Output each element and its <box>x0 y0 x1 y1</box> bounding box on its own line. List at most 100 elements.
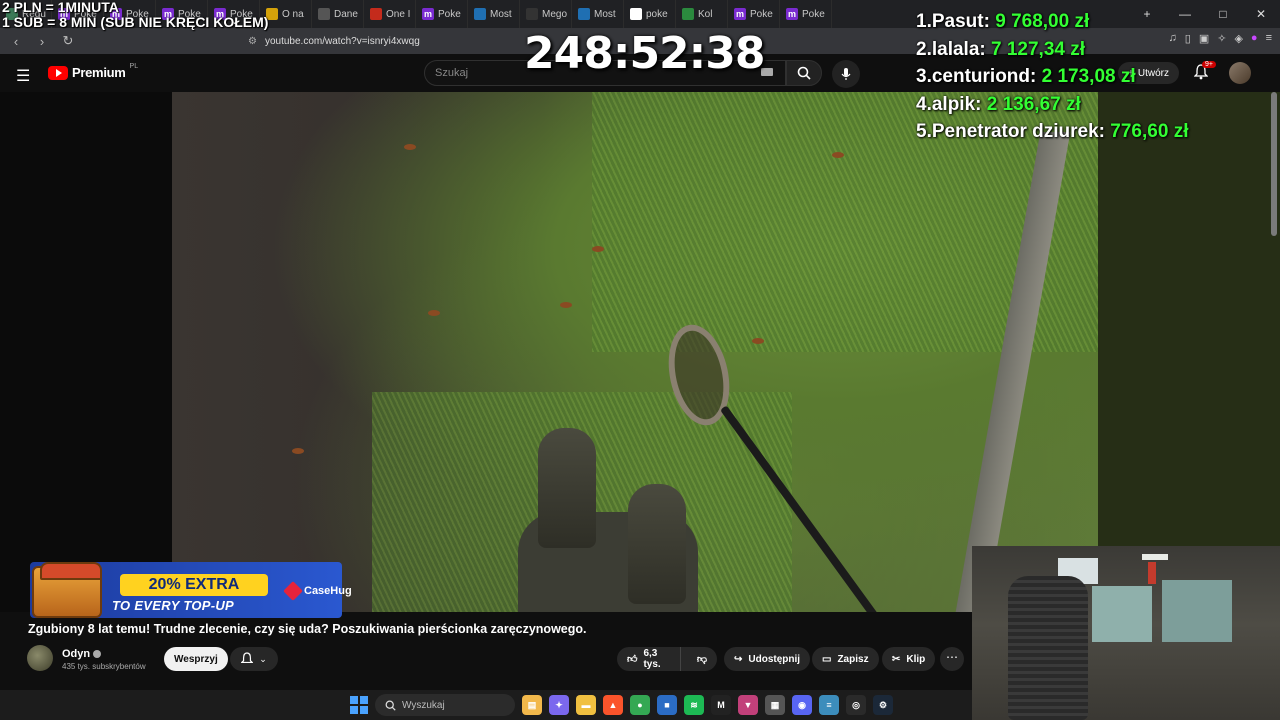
browser-menu-icon[interactable]: ≡ <box>1266 32 1272 45</box>
share-button[interactable]: ↪ Udostępnij <box>724 647 811 671</box>
like-button[interactable]: 👍︎ 6,3 tys. <box>617 647 681 671</box>
browser-tab[interactable]: m Poke <box>780 0 832 28</box>
notifications-badge: 9+ <box>1202 61 1216 68</box>
channel-name-text: Odyn <box>62 648 91 660</box>
thumbs-up-icon: 👍︎ <box>627 654 638 665</box>
ad-banner[interactable]: 20% EXTRA TO EVERY TOP-UP CaseHug <box>30 562 352 618</box>
youtube-logo[interactable]: Premium PL <box>48 63 139 80</box>
clip-button[interactable]: ✂ Klip <box>882 647 936 671</box>
youtube-brand: Premium <box>72 65 126 80</box>
leaf <box>832 152 844 158</box>
spotify-icon[interactable]: ≋ <box>684 695 704 715</box>
ceiling-light <box>1142 554 1168 560</box>
page-scrollbar[interactable] <box>1271 92 1277 236</box>
maximize-button[interactable]: □ <box>1204 7 1242 21</box>
menu-icon[interactable]: ☰ <box>16 66 30 86</box>
forward-icon[interactable]: › <box>32 34 52 49</box>
wallet-icon[interactable]: ▣ <box>1199 32 1209 45</box>
profile-icon[interactable]: ● <box>1251 32 1258 45</box>
link-icon <box>578 8 590 20</box>
casehug-logo-icon <box>283 581 303 601</box>
leaderboard-amount: 2 173,08 zł <box>1041 66 1136 87</box>
share-label: Udostępnij <box>748 653 801 665</box>
dislike-button[interactable]: 👎︎ <box>687 653 717 665</box>
m-icon: m <box>786 8 798 20</box>
steam-icon[interactable]: ⚙ <box>873 695 893 715</box>
brave-icon[interactable]: ▲ <box>603 695 623 715</box>
account-avatar[interactable] <box>1229 62 1251 84</box>
link-icon <box>474 8 486 20</box>
search-button[interactable] <box>786 60 822 86</box>
region-code: PL <box>129 63 139 70</box>
voice-search-button[interactable] <box>832 60 860 88</box>
windows-taskbar: Wyszukaj ▤ ✦ ▬ ▲ ● ■ ≋ M ▼ ▦ ◉ ≡ ◎ ⚙ <box>0 690 972 720</box>
subscription-bell-button[interactable]: ⌄ <box>230 647 278 671</box>
chest-lid <box>40 562 102 580</box>
browser-tab[interactable]: poke <box>624 0 676 28</box>
notepad-icon[interactable]: ≡ <box>819 695 839 715</box>
back-icon[interactable]: ‹ <box>6 34 26 49</box>
browser-tab[interactable]: Most <box>572 0 624 28</box>
discord-icon[interactable]: ◉ <box>792 695 812 715</box>
video-player[interactable] <box>172 92 1098 612</box>
site-info-icon[interactable]: ⚙ <box>248 36 257 47</box>
browser-tab[interactable]: One I <box>364 0 416 28</box>
file-explorer-icon[interactable]: ▤ <box>522 695 542 715</box>
like-dislike-group: 👍︎ 6,3 tys. 👎︎ <box>617 647 717 671</box>
leaf <box>592 246 604 252</box>
rules-line-1: 2 PLN = 1MINUTA <box>2 0 119 15</box>
copilot-icon[interactable]: ✦ <box>549 695 569 715</box>
browser-tab[interactable]: Most <box>468 0 520 28</box>
save-button[interactable]: ▭ Zapisz <box>812 647 879 671</box>
rules-line-2: 1 SUB = 8 MIN (SUB NIE KRĘCI KOŁEM) <box>2 14 269 30</box>
puzzle-icon[interactable]: ✧ <box>1217 32 1226 45</box>
bell-icon <box>241 652 254 664</box>
windows-start-icon[interactable] <box>350 696 368 714</box>
obs-icon[interactable]: ◎ <box>846 695 866 715</box>
leaderboard-row: 4.alpik: 2 136,67 zł <box>916 91 1188 119</box>
ad-badge: 20% EXTRA <box>120 574 268 596</box>
channel-name[interactable]: Odyn <box>62 648 102 660</box>
browser-tab[interactable]: Dane <box>312 0 364 28</box>
browser-tab-label: Poke <box>438 8 461 20</box>
browser-active-icon[interactable]: ▼ <box>738 695 758 715</box>
browser-tab[interactable]: Kol <box>676 0 728 28</box>
chevron-down-icon: ⌄ <box>259 653 267 664</box>
more-actions-button[interactable]: ⋯ <box>940 647 964 671</box>
browser-tab[interactable]: m Poke <box>416 0 468 28</box>
taskbar-search[interactable]: Wyszukaj <box>375 694 515 716</box>
leaderboard-amount: 9 768,00 zł <box>995 11 1090 32</box>
chrome-icon[interactable]: ● <box>630 695 650 715</box>
browser-tab[interactable]: m Poke <box>728 0 780 28</box>
subscriber-count: 435 tys. subskrybentów <box>62 662 146 671</box>
ad-subline: TO EVERY TOP-UP <box>112 598 235 613</box>
taskbar-search-placeholder: Wyszukaj <box>402 699 445 711</box>
leaf <box>404 144 416 150</box>
doc-icon <box>318 8 330 20</box>
clip-label: Klip <box>906 653 926 665</box>
browser-tab[interactable]: Mego <box>520 0 572 28</box>
player-letterbox-left <box>0 92 172 612</box>
calculator-icon[interactable]: ▦ <box>765 695 785 715</box>
subathon-timer: 248:52:38 <box>524 28 765 79</box>
like-count: 6,3 tys. <box>643 648 661 670</box>
taskbar-apps: Wyszukaj ▤ ✦ ▬ ▲ ● ■ ≋ M ▼ ▦ ◉ ≡ ◎ ⚙ <box>350 693 893 717</box>
shield-icon[interactable]: ◈ <box>1234 32 1242 45</box>
verified-icon <box>93 650 102 658</box>
browser-tab-label: Poke <box>802 8 825 20</box>
leaderboard-rank: 3. <box>916 66 932 87</box>
donation-leaderboard: 1.Pasut: 9 768,00 zł 2.lalala: 7 127,34 z… <box>916 8 1188 146</box>
folder-icon[interactable]: ▬ <box>576 695 596 715</box>
close-window-button[interactable]: ✕ <box>1242 7 1280 21</box>
player-letterbox-right <box>1098 92 1280 612</box>
leaderboard-donor-name: alpik: <box>931 93 987 115</box>
leaf <box>292 448 304 454</box>
mega-icon[interactable]: M <box>711 695 731 715</box>
support-button[interactable]: Wesprzyj <box>164 647 228 671</box>
m-icon: m <box>734 8 746 20</box>
leaderboard-row: 5.Penetrator dziurek: 776,60 zł <box>916 118 1188 146</box>
reload-icon[interactable]: ↻ <box>58 33 78 49</box>
leaderboard-amount: 7 127,34 zł <box>991 38 1086 60</box>
store-icon[interactable]: ■ <box>657 695 677 715</box>
channel-avatar[interactable] <box>27 645 53 671</box>
